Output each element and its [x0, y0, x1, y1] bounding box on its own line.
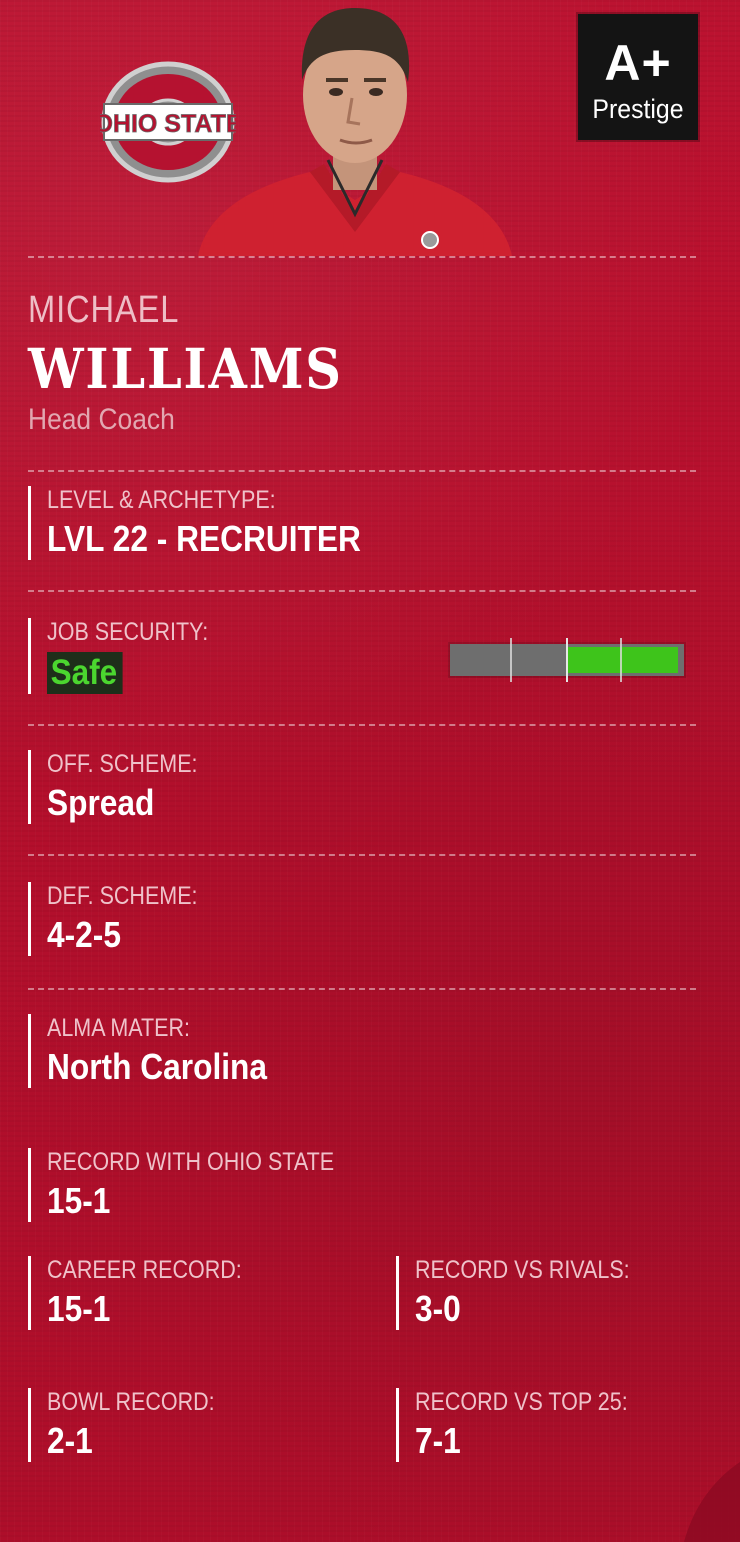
career-record-block: CAREER RECORD: 15-1 [28, 1256, 273, 1330]
career-record-label: CAREER RECORD: [47, 1256, 242, 1284]
bowl-record-block: BOWL RECORD: 2-1 [28, 1388, 242, 1462]
job-security-meter [450, 638, 684, 682]
record-vs-top25-value: 7-1 [415, 1420, 461, 1461]
record-vs-rivals-label: RECORD VS RIVALS: [415, 1256, 630, 1284]
job-security-value: Safe [47, 652, 123, 694]
corner-swoosh-icon [684, 1462, 740, 1542]
divider [28, 988, 696, 990]
job-security-label: JOB SECURITY: [47, 618, 209, 646]
level-archetype-block: LEVEL & ARCHETYPE: LVL 22 - RECRUITER [28, 486, 404, 560]
bowl-record-value: 2-1 [47, 1420, 93, 1461]
def-scheme-label: DEF. SCHEME: [47, 882, 198, 910]
prestige-badge: A+ Prestige [578, 14, 698, 140]
coach-last-name: WILLIAMS [28, 336, 343, 401]
divider [28, 256, 696, 258]
coach-first-name: MICHAEL [28, 289, 180, 331]
prestige-label: Prestige [592, 94, 684, 124]
prestige-grade: A+ [604, 35, 672, 91]
divider [28, 470, 696, 472]
off-scheme-value: Spread [47, 782, 155, 823]
off-scheme-label: OFF. SCHEME: [47, 750, 198, 778]
job-security-meter-fill [567, 647, 678, 673]
coach-role: Head Coach [28, 403, 175, 436]
meter-tick [510, 638, 512, 682]
record-with-team-label: RECORD WITH OHIO STATE [47, 1148, 335, 1176]
off-scheme-block: OFF. SCHEME: Spread [28, 750, 222, 824]
meter-tick [566, 638, 568, 682]
alma-mater-value: North Carolina [47, 1046, 268, 1087]
job-security-block: JOB SECURITY: Safe [28, 618, 235, 694]
record-vs-top25-block: RECORD VS TOP 25: 7-1 [396, 1388, 662, 1462]
divider [28, 724, 696, 726]
bowl-record-label: BOWL RECORD: [47, 1388, 215, 1416]
divider [28, 590, 696, 592]
career-record-value: 15-1 [47, 1288, 111, 1329]
record-vs-rivals-value: 3-0 [415, 1288, 461, 1329]
divider [28, 854, 696, 856]
coach-card: OHIO STATE A+ Prestige MICHAEL WILLIAMS … [0, 0, 740, 1542]
coach-portrait-icon [198, 8, 512, 256]
level-archetype-value: LVL 22 - RECRUITER [47, 518, 361, 559]
record-with-team-block: RECORD WITH OHIO STATE 15-1 [28, 1148, 381, 1222]
def-scheme-value: 4-2-5 [47, 914, 121, 955]
level-archetype-label: LEVEL & ARCHETYPE: [47, 486, 276, 514]
record-with-team-value: 15-1 [47, 1180, 111, 1221]
record-vs-top25-label: RECORD VS TOP 25: [415, 1388, 628, 1416]
def-scheme-block: DEF. SCHEME: 4-2-5 [28, 882, 222, 956]
record-vs-rivals-block: RECORD VS RIVALS: 3-0 [396, 1256, 665, 1330]
alma-mater-block: ALMA MATER: North Carolina [28, 1014, 297, 1088]
meter-tick [620, 638, 622, 682]
alma-mater-label: ALMA MATER: [47, 1014, 190, 1042]
